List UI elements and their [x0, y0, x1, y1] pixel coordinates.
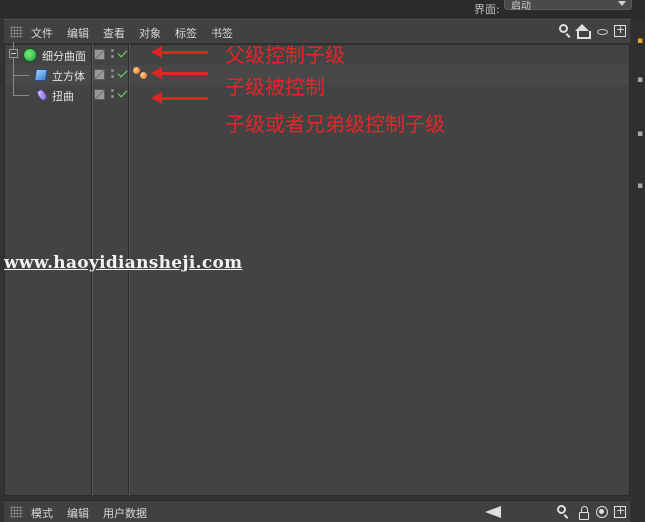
new-panel-icon[interactable] [614, 23, 626, 37]
editor-visibility-dot[interactable] [111, 69, 114, 72]
tree-line [13, 58, 14, 96]
home-icon[interactable] [575, 24, 591, 39]
tree-line [13, 75, 29, 76]
side-tab-structure[interactable]: ▪ [631, 170, 645, 202]
search-icon[interactable] [557, 505, 566, 514]
menu-tags[interactable]: 标签 [175, 25, 197, 41]
tree-line [13, 42, 14, 49]
annotation-arrow [151, 92, 208, 104]
render-visibility-dot[interactable] [111, 95, 114, 98]
menu-edit[interactable]: 编辑 [67, 25, 89, 41]
menu-mode[interactable]: 模式 [31, 505, 53, 521]
target-icon[interactable] [596, 506, 608, 518]
collapse-toggle[interactable] [9, 49, 18, 58]
back-arrow-icon[interactable] [485, 506, 501, 518]
editor-visibility-dot[interactable] [111, 89, 114, 92]
subdivision-surface-icon [24, 49, 36, 61]
menu-edit[interactable]: 编辑 [67, 505, 89, 521]
panel-grip-icon[interactable] [10, 506, 23, 518]
layout-label: 界面: [474, 3, 500, 16]
layout-select-value: 启动 [511, 1, 531, 12]
object-name[interactable]: 扭曲 [52, 88, 74, 104]
side-tab-content-browser[interactable]: ▪ [631, 104, 645, 164]
phong-tag-icon[interactable] [140, 72, 147, 79]
lock-icon[interactable] [579, 506, 589, 520]
annotation-text: 父级控制子级 [225, 43, 345, 67]
panel-grip-icon[interactable] [10, 26, 23, 38]
chevron-down-icon [618, 1, 626, 6]
render-visibility-dot[interactable] [111, 75, 114, 78]
menu-objects[interactable]: 对象 [139, 25, 161, 41]
layer-color-box[interactable] [94, 89, 105, 100]
new-panel-icon[interactable] [614, 504, 626, 518]
cube-icon [34, 69, 48, 81]
editor-visibility-dot[interactable] [111, 49, 114, 52]
side-tab-objects[interactable]: ▪ [631, 26, 645, 56]
annotation-text: 子级或者兄弟级控制子级 [225, 112, 445, 136]
attribute-manager-bar: 模式 编辑 用户数据 [4, 500, 630, 522]
annotation-text: 子级被控制 [225, 75, 325, 99]
layer-color-box[interactable] [94, 49, 105, 60]
watermark-url: www.haoyidiansheji.com [4, 253, 243, 273]
side-tab-takes[interactable]: ▪ [631, 62, 645, 98]
menu-user-data[interactable]: 用户数据 [103, 505, 147, 521]
tree-line [13, 95, 29, 96]
layout-select[interactable]: 启动 [504, 0, 632, 12]
object-name[interactable]: 细分曲面 [42, 48, 86, 64]
annotation-arrow [151, 67, 208, 79]
menu-file[interactable]: 文件 [31, 25, 53, 41]
render-visibility-dot[interactable] [111, 55, 114, 58]
menu-view[interactable]: 查看 [103, 25, 125, 41]
visibility-icon[interactable] [597, 29, 608, 35]
top-strip: 界面: 启动 [0, 0, 645, 18]
search-icon[interactable] [559, 24, 568, 33]
side-tab-strip: ▪ ▪ ▪ ▪ [631, 18, 645, 522]
layer-color-box[interactable] [94, 69, 105, 80]
phong-tag-icon[interactable] [133, 67, 140, 74]
object-name[interactable]: 立方体 [52, 68, 85, 84]
annotation-arrow [151, 46, 208, 58]
